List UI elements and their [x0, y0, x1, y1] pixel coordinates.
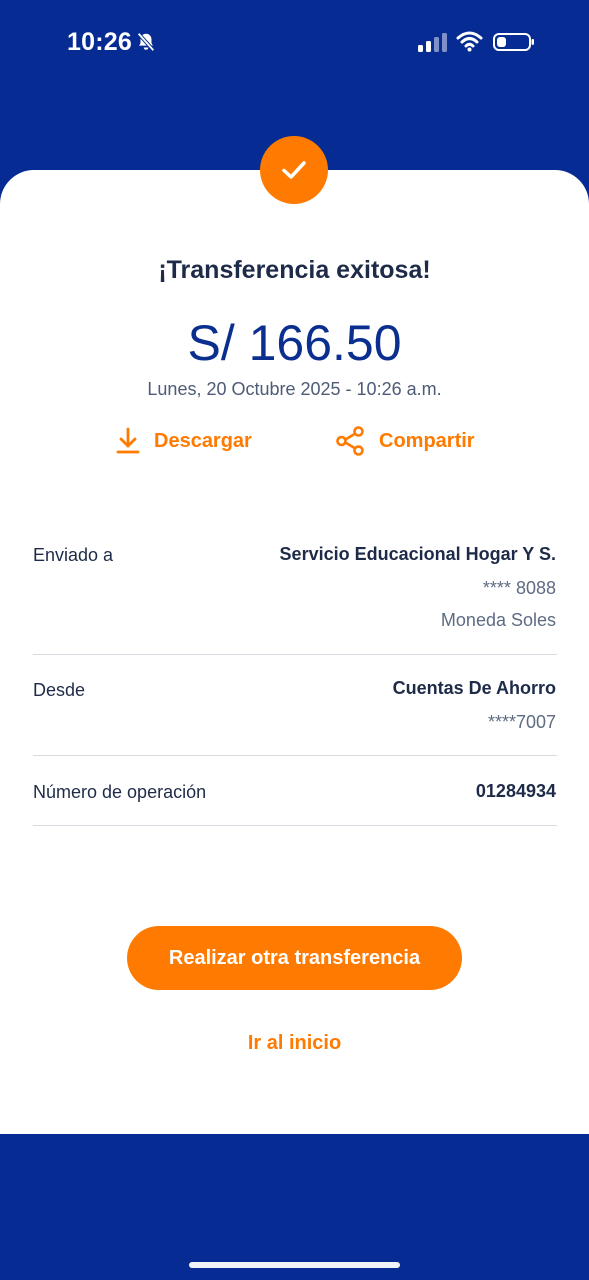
wifi-icon: [456, 31, 483, 52]
bell-slash-icon: [137, 32, 155, 52]
divider: [33, 755, 557, 756]
battery-icon: [493, 33, 534, 51]
download-icon: [116, 427, 140, 454]
success-check-badge: [260, 136, 328, 204]
recipient-currency: Moneda Soles: [440, 610, 556, 630]
share-icon: [336, 426, 364, 456]
recipient-account: **** 8088: [482, 578, 556, 598]
transfer-datetime: Lunes, 20 Octubre 2025 - 10:26 a.m.: [147, 379, 442, 399]
sent-to-label: Enviado a: [33, 545, 114, 565]
home-indicator[interactable]: [189, 1262, 400, 1268]
download-label: Descargar: [154, 429, 252, 452]
from-label: Desde: [33, 680, 86, 700]
status-time: 10:26: [67, 28, 132, 56]
recipient-name: Servicio Educacional Hogar Y S.: [279, 544, 556, 564]
operation-number: 01284934: [475, 781, 556, 801]
divider: [33, 825, 557, 826]
new-transfer-button[interactable]: Realizar otra transferencia: [127, 926, 462, 990]
go-home-link[interactable]: Ir al inicio: [0, 1032, 589, 1055]
status-bar: 10:26: [0, 0, 589, 86]
download-button[interactable]: Descargar: [116, 425, 252, 457]
share-label: Compartir: [379, 429, 475, 452]
source-account-type: Cuentas De Ahorro: [392, 678, 556, 698]
signal-icon: [418, 33, 447, 52]
checkmark-icon: [282, 161, 306, 179]
operation-number-label: Número de operación: [33, 782, 207, 802]
success-title: ¡Transferencia exitosa!: [158, 256, 431, 284]
transfer-amount: S/ 166.50: [187, 315, 402, 371]
source-account: ****7007: [487, 712, 556, 732]
divider: [33, 654, 557, 655]
share-button[interactable]: Compartir: [335, 425, 475, 457]
